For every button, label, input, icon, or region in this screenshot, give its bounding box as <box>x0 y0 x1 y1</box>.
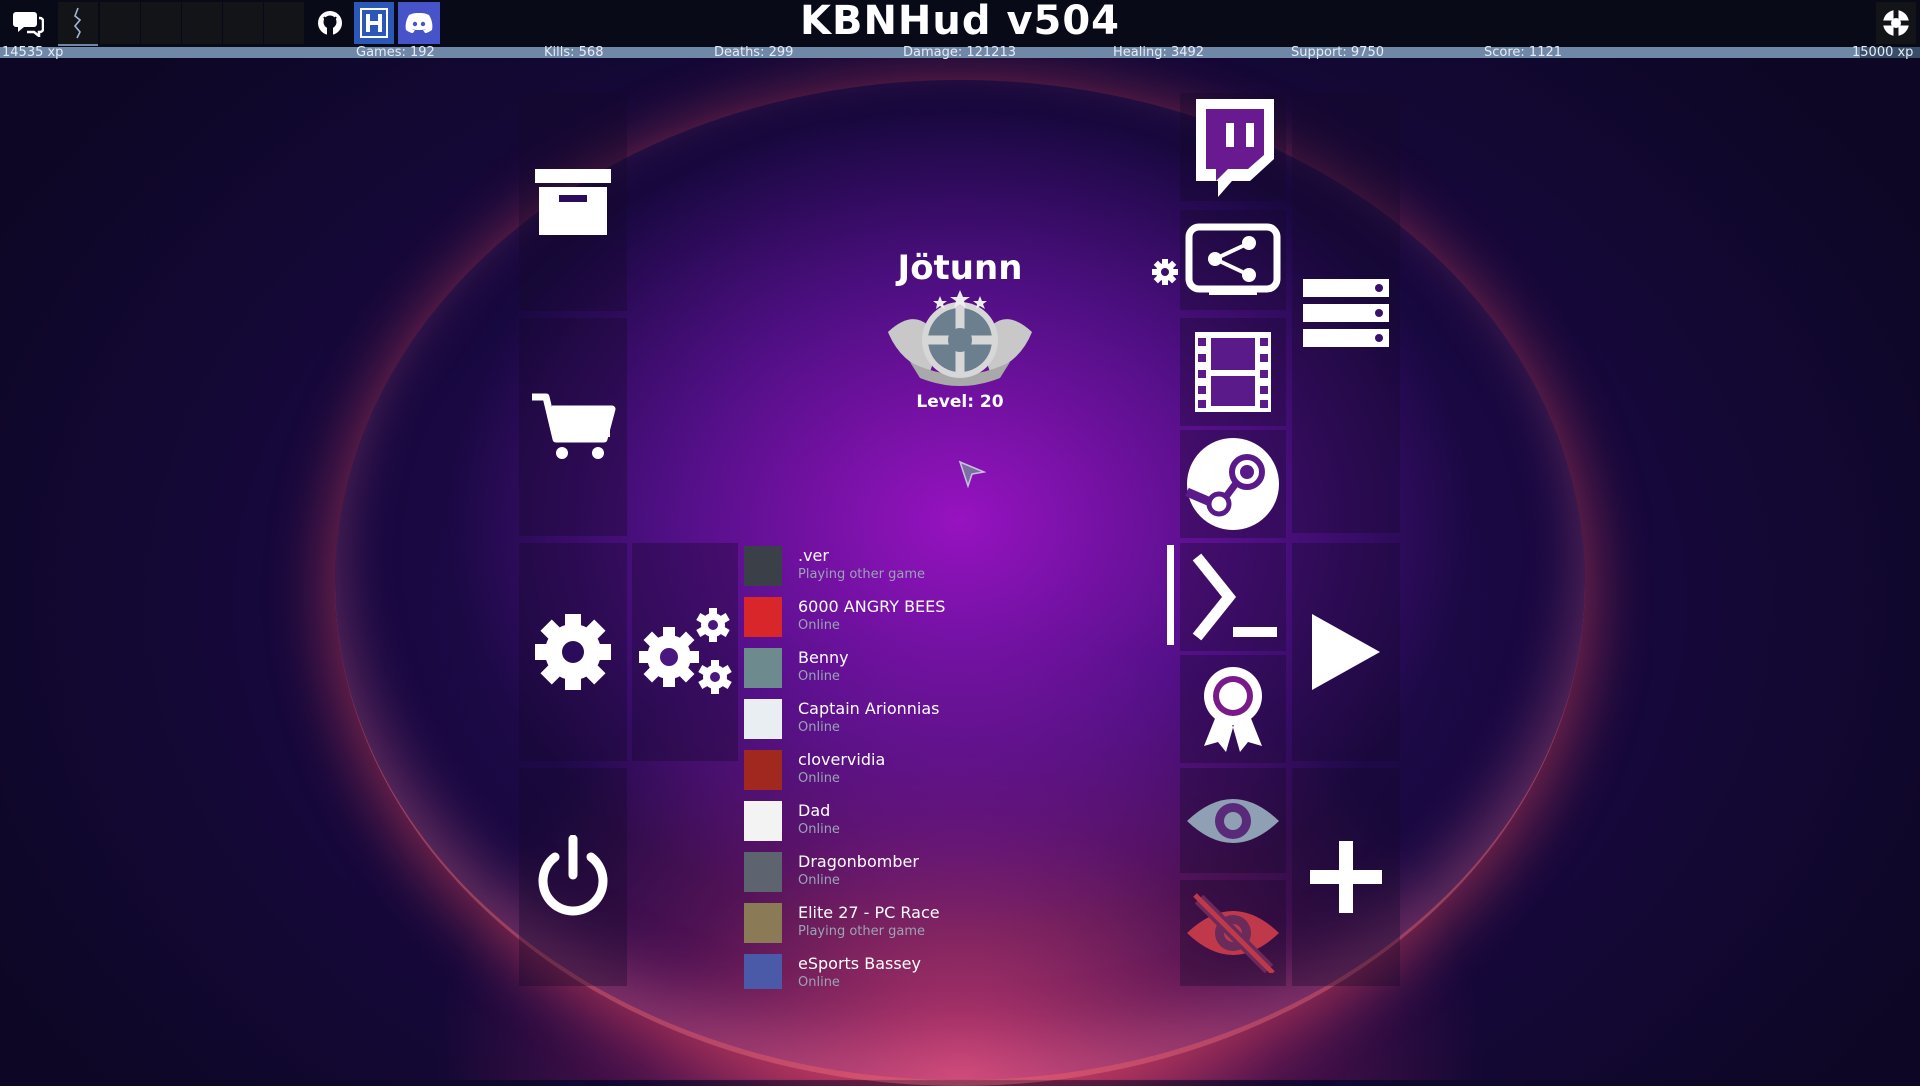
friend-avatar <box>744 954 782 989</box>
friend-status: Online <box>798 975 840 989</box>
friend-avatar <box>744 648 782 688</box>
friend-status: Playing other game <box>798 567 925 582</box>
power-icon <box>538 835 608 916</box>
settings-small-icon[interactable] <box>1151 258 1179 290</box>
friend-item[interactable]: Elite 27 - PC Race Playing other game <box>742 900 1166 951</box>
friend-name: .ver <box>798 546 829 565</box>
friend-avatar <box>744 597 782 637</box>
friend-name: Dragonbomber <box>798 852 919 871</box>
achievements-button[interactable] <box>1180 655 1286 763</box>
friend-item[interactable]: Dad Online <box>742 798 1166 849</box>
stat-damage: Damage: 121213 <box>903 45 1016 60</box>
advanced-settings-button[interactable] <box>632 543 738 761</box>
top-bar: KBNHud v504 <box>0 0 1920 47</box>
friend-item[interactable]: Dragonbomber Online <box>742 849 1166 900</box>
gear-icon <box>535 614 611 690</box>
console-icon <box>1192 553 1277 641</box>
friend-status: Online <box>798 822 840 837</box>
archive-button[interactable] <box>519 93 627 311</box>
friend-name: clovervidia <box>798 750 886 769</box>
stat-healing: Healing: 3492 <box>1113 45 1205 60</box>
friend-item[interactable]: .ver Playing other game <box>742 543 1166 594</box>
show-hud-button[interactable] <box>1180 768 1286 873</box>
server-list-icon <box>1303 279 1389 347</box>
eye-slash-icon <box>1187 893 1279 973</box>
eye-icon <box>1187 798 1279 843</box>
create-server-button[interactable] <box>1292 768 1400 986</box>
play-button[interactable] <box>1292 543 1400 761</box>
friends-list[interactable]: .ver Playing other game 6000 ANGRY BEES … <box>742 543 1166 989</box>
friend-name: Elite 27 - PC Race <box>798 903 940 922</box>
friend-avatar <box>744 699 782 739</box>
friend-status: Online <box>798 873 840 888</box>
friend-name: Benny <box>798 648 849 667</box>
steam-icon <box>1185 438 1279 530</box>
friend-status: Online <box>798 720 840 735</box>
twitch-icon <box>1196 99 1274 197</box>
stat-support: Support: 9750 <box>1291 45 1384 60</box>
friend-avatar <box>744 546 782 586</box>
hide-hud-button[interactable] <box>1180 880 1286 986</box>
steam-button[interactable] <box>1180 430 1286 538</box>
friend-item[interactable]: eSports Bassey Online <box>742 951 1166 989</box>
friend-avatar <box>744 852 782 892</box>
friend-status: Playing other game <box>798 924 925 939</box>
store-button[interactable] <box>519 318 627 536</box>
friend-avatar <box>744 750 782 790</box>
friend-name: eSports Bassey <box>798 954 921 973</box>
archive-icon <box>535 169 611 235</box>
play-icon <box>1312 614 1380 690</box>
server-share-icon <box>1185 223 1281 295</box>
friend-status: Online <box>798 669 840 684</box>
friend-status: Online <box>798 618 840 633</box>
server-list-button[interactable] <box>1292 93 1400 533</box>
friend-item[interactable]: Captain Arionnias Online <box>742 696 1166 747</box>
xp-max: 15000 xp <box>1852 45 1914 60</box>
achievement-icon <box>1204 667 1262 752</box>
stats-row: 14535 xp Games: 192 Kills: 568 Deaths: 2… <box>0 45 1920 60</box>
tf2-logo-icon[interactable] <box>1876 2 1916 44</box>
twitch-button[interactable] <box>1180 93 1286 201</box>
app-title: KBNHud v504 <box>799 0 1121 44</box>
friend-item[interactable]: clovervidia Online <box>742 747 1166 798</box>
friends-scrollbar[interactable] <box>1167 545 1174 645</box>
friend-item[interactable]: 6000 ANGRY BEES Online <box>742 594 1166 645</box>
friend-status: Online <box>798 771 840 786</box>
friend-avatar <box>744 801 782 841</box>
stat-deaths: Deaths: 299 <box>714 45 794 60</box>
stat-kills: Kills: 568 <box>544 45 604 60</box>
mouse-cursor-icon <box>958 460 987 492</box>
replay-button[interactable] <box>1180 318 1286 426</box>
friend-name: Dad <box>798 801 831 820</box>
friend-avatar <box>744 903 782 943</box>
quit-button[interactable] <box>519 768 627 986</box>
rank-medal-icon <box>880 282 1040 392</box>
film-icon <box>1195 332 1271 412</box>
friend-name: 6000 ANGRY BEES <box>798 597 946 616</box>
friend-name: Captain Arionnias <box>798 699 940 718</box>
server-browser-button[interactable] <box>1180 210 1286 310</box>
plus-icon <box>1310 841 1382 913</box>
multi-gear-icon <box>639 608 732 694</box>
profile-level: Level: 20 <box>916 392 1004 412</box>
settings-button[interactable] <box>519 543 627 761</box>
stat-games: Games: 192 <box>356 45 435 60</box>
stat-score: Score: 1121 <box>1484 45 1563 60</box>
xp-current: 14535 xp <box>2 45 64 60</box>
console-button[interactable] <box>1180 543 1286 651</box>
friend-item[interactable]: Benny Online <box>742 645 1166 696</box>
cart-icon <box>532 393 616 459</box>
